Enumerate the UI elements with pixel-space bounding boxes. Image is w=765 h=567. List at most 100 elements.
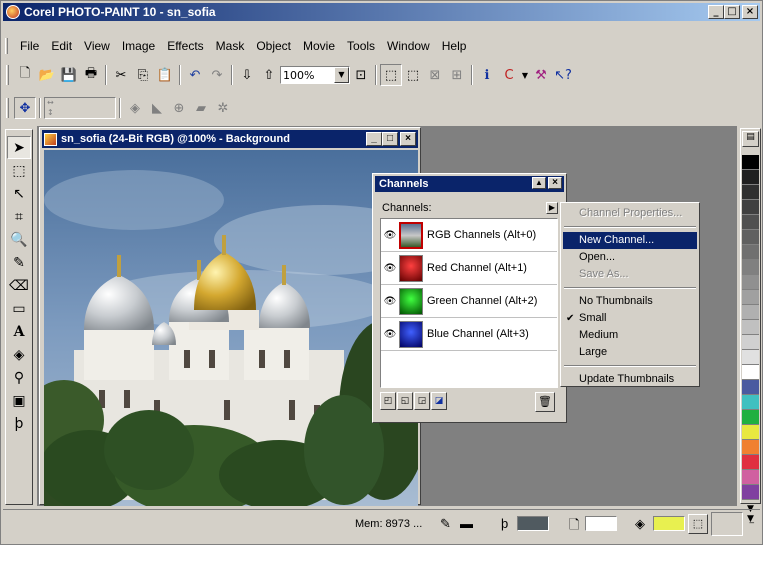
mask-additive-icon[interactable]: ⬚ — [402, 64, 424, 86]
eraser-tool-icon[interactable]: ⌫ — [7, 274, 31, 297]
palette-swatch[interactable] — [742, 230, 759, 245]
zoom-fit-icon[interactable]: ⊡ — [350, 64, 372, 86]
palette-menu-icon[interactable]: ▤ — [742, 131, 759, 147]
palette-swatch[interactable] — [742, 350, 759, 365]
channel-row-green[interactable]: 👁 Green Channel (Alt+2) — [381, 285, 557, 318]
palette-swatch[interactable] — [742, 275, 759, 290]
eye-icon[interactable]: 👁 — [381, 230, 399, 241]
palette-swatch[interactable] — [742, 305, 759, 320]
channel-row-rgb[interactable]: 👁 RGB Channels (Alt+0) — [381, 219, 557, 252]
import-icon[interactable]: ⇩ — [236, 64, 258, 86]
palette-swatch[interactable] — [742, 245, 759, 260]
eye-icon[interactable]: 👁 — [381, 329, 399, 340]
cut-icon[interactable]: ✂ — [110, 64, 132, 86]
rectangle-tool-icon[interactable]: ▭ — [7, 297, 31, 320]
chevron-down-icon[interactable]: ▼ — [334, 67, 349, 83]
fill-tool-icon[interactable]: ◈ — [7, 343, 31, 366]
palette-swatch[interactable] — [742, 380, 759, 395]
maximize-button[interactable]: □ — [724, 5, 740, 19]
channels-title-bar[interactable]: Channels ▲ × — [375, 176, 564, 192]
channel-row-blue[interactable]: 👁 Blue Channel (Alt+3) — [381, 318, 557, 351]
outline-color-swatch[interactable] — [517, 516, 549, 531]
export-icon[interactable]: ⇧ — [258, 64, 280, 86]
new-icon[interactable]: 🗋 — [14, 64, 36, 86]
corel-launcher-icon[interactable]: C — [498, 64, 520, 86]
distort-icon[interactable]: ▰ — [190, 97, 212, 119]
menu-item-save-as[interactable]: Save As... — [563, 266, 697, 283]
doc-close-button[interactable]: × — [400, 132, 416, 146]
channel-new-icon[interactable]: ◰ — [380, 392, 396, 410]
eye-icon[interactable]: 👁 — [381, 296, 399, 307]
fill-color-swatch[interactable] — [653, 516, 685, 531]
menu-view[interactable]: View — [78, 39, 116, 53]
palette-swatch[interactable] — [742, 395, 759, 410]
menu-effects[interactable]: Effects — [161, 39, 209, 53]
close-button[interactable]: × — [742, 5, 758, 19]
toolbar-grip[interactable] — [6, 98, 9, 118]
undo-icon[interactable]: ↶ — [184, 64, 206, 86]
minimize-button[interactable]: _ — [708, 5, 724, 19]
copy-icon[interactable]: ⎘ — [132, 64, 154, 86]
mask-xor-icon[interactable]: ⊞ — [446, 64, 468, 86]
menu-item-open[interactable]: Open... — [563, 249, 697, 266]
selection-mode-icon[interactable]: ⬚ — [688, 514, 708, 534]
eyedropper-tool-icon[interactable]: ✎ — [7, 251, 31, 274]
pick-tool-icon[interactable]: ➤ — [7, 136, 31, 159]
open-icon[interactable]: 📂 — [36, 64, 58, 86]
menu-edit[interactable]: Edit — [45, 39, 78, 53]
image-sprayer-tool-icon[interactable]: ϸ — [7, 412, 31, 435]
channel-load-icon[interactable]: ◱ — [397, 392, 413, 410]
object-transform-icon[interactable]: ◈ — [124, 97, 146, 119]
scale-icon[interactable]: ⊕ — [168, 97, 190, 119]
palette-swatch[interactable] — [742, 170, 759, 185]
menu-window[interactable]: Window — [381, 39, 436, 53]
whats-this-icon[interactable]: ↖? — [552, 64, 574, 86]
palette-swatch[interactable] — [742, 470, 759, 485]
palette-swatch[interactable] — [742, 365, 759, 380]
paste-icon[interactable]: 📋 — [154, 64, 176, 86]
menu-item-small[interactable]: ✔ Small — [563, 310, 697, 327]
palette-swatch[interactable] — [742, 155, 759, 170]
chevron-down-icon[interactable]: ▼ — [520, 64, 530, 86]
menu-item-no-thumbnails[interactable]: No Thumbnails — [563, 293, 697, 310]
doc-maximize-button[interactable]: □ — [382, 132, 398, 146]
text-tool-icon[interactable]: A — [7, 320, 31, 343]
menu-item-medium[interactable]: Medium — [563, 327, 697, 344]
crop-tool-icon[interactable]: ⌗ — [7, 205, 31, 228]
corel-online-icon[interactable]: ⚒ — [530, 64, 552, 86]
menu-item-update-thumbnails[interactable]: Update Thumbnails — [563, 371, 697, 388]
channels-collapse-button[interactable]: ▲ — [532, 177, 546, 189]
document-title-bar[interactable]: sn_sofia (24-Bit RGB) @100% - Background… — [42, 130, 418, 148]
menu-file[interactable]: File — [14, 39, 45, 53]
menu-item-large[interactable]: Large — [563, 344, 697, 361]
menu-item-new-channel[interactable]: New Channel... — [563, 232, 697, 249]
palette-swatch[interactable] — [742, 260, 759, 275]
eye-icon[interactable]: 👁 — [381, 263, 399, 274]
palette-swatch[interactable] — [742, 455, 759, 470]
mask-normal-icon[interactable]: ⬚ — [380, 64, 402, 86]
menu-image[interactable]: Image — [116, 39, 161, 53]
palette-swatch[interactable] — [742, 215, 759, 230]
save-icon[interactable]: 💾 — [58, 64, 80, 86]
move-tool-mode-icon[interactable]: ✥ — [14, 97, 36, 119]
cathedral-photo[interactable] — [44, 150, 418, 506]
menu-object[interactable]: Object — [250, 39, 297, 53]
palette-swatch[interactable] — [742, 425, 759, 440]
palette-swatch[interactable] — [742, 440, 759, 455]
channel-to-mask-icon[interactable]: ◪ — [431, 392, 447, 410]
info-icon[interactable]: ℹ — [476, 64, 498, 86]
palette-swatch[interactable] — [742, 290, 759, 305]
mask-transform-tool-icon[interactable]: ↖ — [7, 182, 31, 205]
mask-subtractive-icon[interactable]: ⊠ — [424, 64, 446, 86]
doc-minimize-button[interactable]: _ — [366, 132, 382, 146]
channel-row-red[interactable]: 👁 Red Channel (Alt+1) — [381, 252, 557, 285]
app-title-bar[interactable]: Corel PHOTO-PAINT 10 - sn_sofia _ □ × — [3, 3, 760, 21]
menu-mask[interactable]: Mask — [210, 39, 251, 53]
rotate-icon[interactable]: ◣ — [146, 97, 168, 119]
position-spinner[interactable]: ↔ ↕ — [44, 97, 116, 119]
palette-swatch[interactable] — [742, 185, 759, 200]
palette-swatch[interactable] — [742, 320, 759, 335]
menu-help[interactable]: Help — [436, 39, 473, 53]
print-icon[interactable]: 🖶 — [80, 64, 102, 86]
toolbar-grip[interactable] — [6, 65, 9, 85]
